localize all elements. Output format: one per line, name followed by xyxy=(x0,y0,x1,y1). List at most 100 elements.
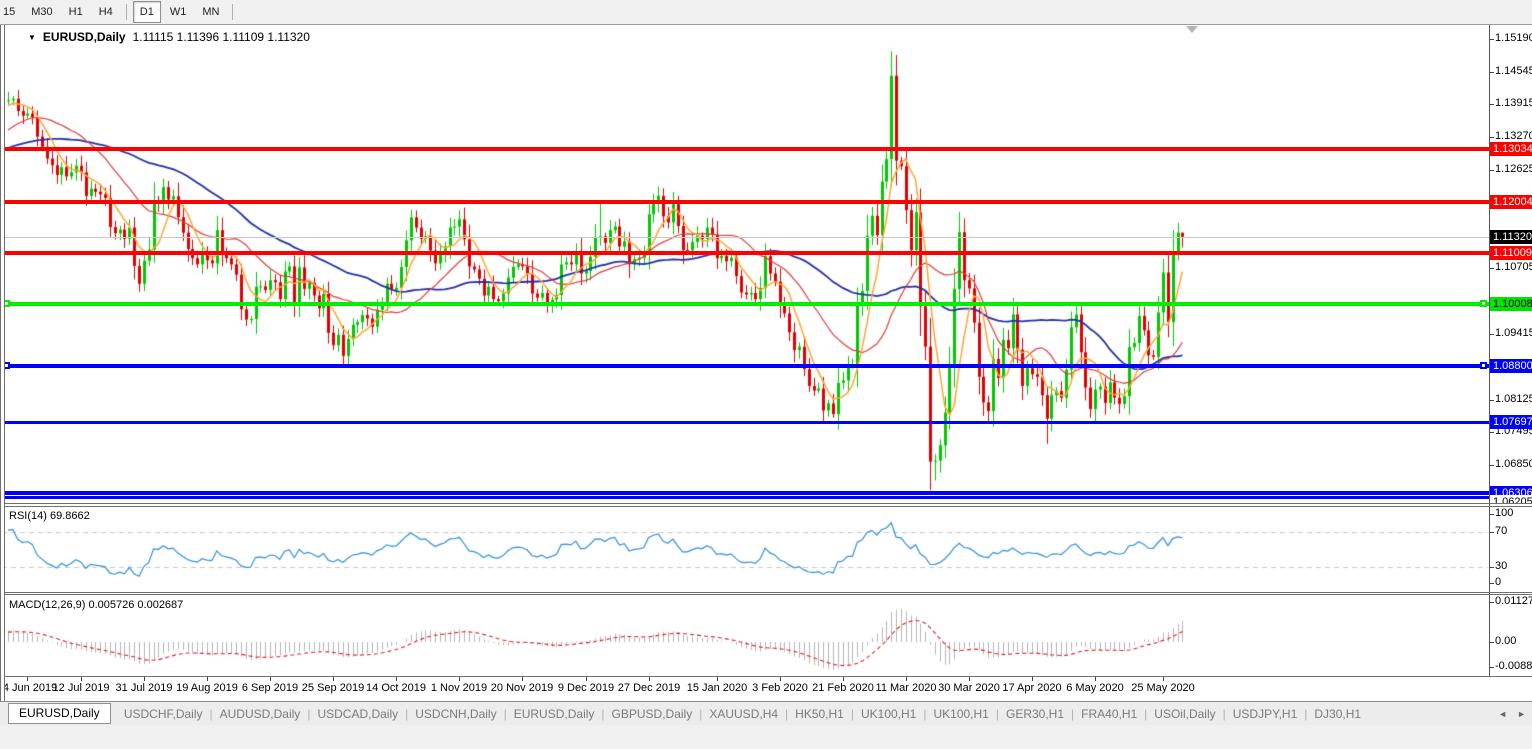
price-axis-label: 1.13270 xyxy=(1495,130,1532,142)
price-axis-label: 1.14545 xyxy=(1495,65,1532,77)
date-tick-mark xyxy=(270,677,271,681)
chart-tab-EURUSD-Daily[interactable]: EURUSD,Daily xyxy=(510,707,599,721)
chart-shift-marker[interactable] xyxy=(1186,26,1198,33)
chart-ohlc-values: 1.11115 1.11396 1.11109 1.11320 xyxy=(133,30,310,44)
price-tag-1.13034: 1.13034 xyxy=(1490,142,1532,156)
chart-tab-USDCNH-Daily[interactable]: USDCNH,Daily xyxy=(411,707,500,721)
tab-separator: | xyxy=(1068,707,1077,721)
chart-area[interactable]: ▼ EURUSD,Daily 1.11115 1.11396 1.11109 1… xyxy=(0,25,1532,701)
price-tag-1.07697: 1.07697 xyxy=(1490,415,1532,429)
price-axis-line xyxy=(1489,25,1490,677)
date-axis-label: 17 Apr 2020 xyxy=(1002,682,1061,694)
chart-tab-AUDUSD-Daily[interactable]: AUDUSD,Daily xyxy=(216,707,305,721)
price-axis-label: 1.15190 xyxy=(1495,32,1532,44)
tab-separator: | xyxy=(501,707,510,721)
price-tag-1.06205: 1.06205 xyxy=(1490,495,1532,503)
date-tick-mark xyxy=(522,677,523,681)
tab-separator: | xyxy=(920,707,929,721)
chart-tab-USDCHF-Daily[interactable]: USDCHF,Daily xyxy=(120,707,207,721)
date-tick-mark xyxy=(843,677,844,681)
tab-scroll-left-icon[interactable]: ◄ xyxy=(1498,709,1507,719)
chart-tab-bar: EURUSD,Daily|USDCHF,Daily|AUDUSD,Daily|U… xyxy=(0,701,1532,725)
timeframe-button-H4[interactable]: H4 xyxy=(92,1,120,23)
date-tick-mark xyxy=(717,677,718,681)
axis-tick-mark xyxy=(1489,602,1494,603)
axis-tick-mark xyxy=(1489,514,1494,515)
price-axis-label: 1.08125 xyxy=(1495,393,1532,405)
macd-axis-label: 0.011277 xyxy=(1495,595,1532,607)
tab-separator: | xyxy=(782,707,791,721)
date-tick-mark xyxy=(396,677,397,681)
axis-tick-mark xyxy=(1489,400,1494,401)
price-axis-label: 1.06850 xyxy=(1495,458,1532,470)
date-axis-label: 14 Oct 2019 xyxy=(366,682,426,694)
macd-axis-label: 0.00 xyxy=(1495,635,1516,647)
axis-tick-mark xyxy=(1489,170,1494,171)
timeframe-button-MN[interactable]: MN xyxy=(195,1,226,23)
timeframe-button-W1[interactable]: W1 xyxy=(163,1,194,23)
date-axis-label: 12 Jul 2019 xyxy=(53,682,110,694)
date-axis-label: 6 Sep 2019 xyxy=(242,682,298,694)
date-tick-mark xyxy=(1095,677,1096,681)
axis-tick-mark xyxy=(1489,72,1494,73)
date-tick-mark xyxy=(333,677,334,681)
date-axis-label: 21 Feb 2020 xyxy=(812,682,874,694)
chart-tab-EURUSD-Daily[interactable]: EURUSD,Daily xyxy=(8,703,111,724)
chart-tab-UK100-H1[interactable]: UK100,H1 xyxy=(929,707,992,721)
date-axis-label: 31 Jul 2019 xyxy=(116,682,173,694)
tab-separator: | xyxy=(304,707,313,721)
date-tick-mark xyxy=(81,677,82,681)
tab-separator: | xyxy=(848,707,857,721)
price-axis-label: 1.10705 xyxy=(1495,261,1532,273)
tab-separator: | xyxy=(207,707,216,721)
tab-separator: | xyxy=(598,707,607,721)
chart-tab-HK50-H1[interactable]: HK50,H1 xyxy=(791,707,848,721)
tab-scroll-arrows: ◄► xyxy=(1498,709,1526,719)
axis-tick-mark xyxy=(1489,268,1494,269)
chart-canvas[interactable] xyxy=(0,25,1532,701)
date-tick-mark xyxy=(1032,677,1033,681)
chart-tab-GER30-H1[interactable]: GER30,H1 xyxy=(1002,707,1068,721)
chart-tab-FRA40-H1[interactable]: FRA40,H1 xyxy=(1077,707,1141,721)
axis-tick-mark xyxy=(1489,465,1494,466)
date-axis-label: 19 Aug 2019 xyxy=(176,682,238,694)
axis-tick-mark xyxy=(1489,532,1494,533)
date-axis-label: 24 Jun 2019 xyxy=(0,682,57,694)
chart-tab-USOil-Daily[interactable]: USOil,Daily xyxy=(1150,707,1219,721)
date-axis-label: 9 Dec 2019 xyxy=(558,682,614,694)
timeframe-button-H1[interactable]: H1 xyxy=(62,1,90,23)
chart-tab-XAUUSD-H4[interactable]: XAUUSD,H4 xyxy=(705,707,782,721)
axis-tick-mark xyxy=(1489,432,1494,433)
tab-scroll-right-icon[interactable]: ► xyxy=(1517,709,1526,719)
mt4-window: 15M30H1H4 D1W1MN ▼ EURUSD,Daily 1.11115 1… xyxy=(0,0,1532,724)
tab-separator: | xyxy=(1301,707,1310,721)
timeframe-button-M30[interactable]: M30 xyxy=(24,1,59,23)
chart-tab-USDJPY-H1[interactable]: USDJPY,H1 xyxy=(1229,707,1301,721)
timeframe-button-15[interactable]: 15 xyxy=(1,1,22,23)
chart-tab-USDCAD-Daily[interactable]: USDCAD,Daily xyxy=(313,707,402,721)
price-axis-label: 1.09415 xyxy=(1495,327,1532,339)
chart-tab-UK100-H1[interactable]: UK100,H1 xyxy=(857,707,920,721)
axis-tick-mark xyxy=(1489,39,1494,40)
chart-tab-DJ30-H1[interactable]: DJ30,H1 xyxy=(1310,707,1365,721)
date-axis-label: 25 Sep 2019 xyxy=(302,682,364,694)
date-axis-label: 15 Jan 2020 xyxy=(687,682,748,694)
tab-separator: | xyxy=(1141,707,1150,721)
chart-tab-GBPUSD-Daily[interactable]: GBPUSD,Daily xyxy=(608,707,697,721)
price-tag-1.11009: 1.11009 xyxy=(1490,246,1532,260)
date-tick-mark xyxy=(144,677,145,681)
tab-separator: | xyxy=(993,707,1002,721)
date-axis-label: 20 Nov 2019 xyxy=(491,682,553,694)
timeframe-button-D1[interactable]: D1 xyxy=(133,1,161,23)
date-axis-label: 25 May 2020 xyxy=(1131,682,1195,694)
axis-tick-mark xyxy=(1489,334,1494,335)
date-axis-label: 27 Dec 2019 xyxy=(618,682,680,694)
axis-tick-mark xyxy=(1489,567,1494,568)
symbol-dropdown-icon[interactable]: ▼ xyxy=(28,33,36,42)
timeframe-toolbar: 15M30H1H4 D1W1MN xyxy=(0,0,1532,25)
axis-tick-mark xyxy=(1489,667,1494,668)
price-axis-label: 1.13915 xyxy=(1495,97,1532,109)
chart-title: ▼ EURUSD,Daily 1.11115 1.11396 1.11109 1… xyxy=(28,30,310,44)
date-tick-mark xyxy=(27,677,28,681)
price-tag-1.11320: 1.11320 xyxy=(1490,230,1532,244)
